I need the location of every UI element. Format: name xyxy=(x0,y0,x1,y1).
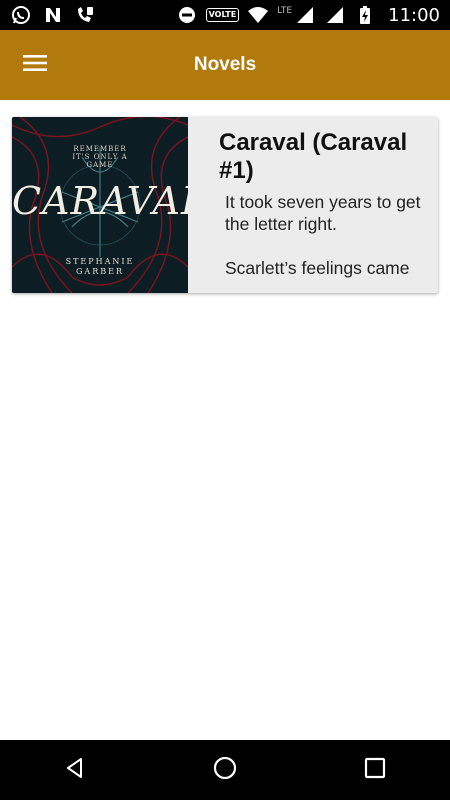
whatsapp-icon xyxy=(10,4,32,26)
cover-tagline: REMEMBER IT'S ONLY A GAME xyxy=(72,145,128,169)
book-cover-image: REMEMBER IT'S ONLY A GAME CARAVAL STEPHA… xyxy=(12,117,188,293)
back-button[interactable] xyxy=(45,745,105,795)
navigation-bar xyxy=(0,740,450,800)
app-bar: Novels xyxy=(0,30,450,100)
novel-list: REMEMBER IT'S ONLY A GAME CARAVAL STEPHA… xyxy=(0,100,450,740)
status-bar-right: VOLTE LTE 11:00 xyxy=(176,4,440,26)
novel-excerpt: It took seven years to get the letter ri… xyxy=(225,192,421,278)
back-icon xyxy=(63,756,87,785)
home-icon xyxy=(212,755,238,786)
wifi-icon xyxy=(247,4,269,26)
cover-title: CARAVAL xyxy=(12,179,188,223)
battery-charging-icon xyxy=(354,4,376,26)
recents-button[interactable] xyxy=(345,745,405,795)
novel-title: Caraval (Caraval #1) xyxy=(219,129,408,184)
cover-author: STEPHANIE GARBER xyxy=(65,257,135,276)
phone-sync-icon xyxy=(74,4,96,26)
lte-label: LTE xyxy=(277,6,293,16)
home-button[interactable] xyxy=(195,745,255,795)
signal-icon xyxy=(294,4,316,26)
signal-icon-2 xyxy=(324,4,346,26)
status-bar: VOLTE LTE 11:00 xyxy=(0,0,450,30)
status-bar-left xyxy=(10,4,96,26)
recents-icon xyxy=(364,757,386,784)
novel-info: Caraval (Caraval #1) It took seven years… xyxy=(188,117,438,293)
page-title: Novels xyxy=(193,54,257,75)
n-notification-icon xyxy=(42,4,64,26)
novel-card[interactable]: REMEMBER IT'S ONLY A GAME CARAVAL STEPHA… xyxy=(12,117,438,293)
screen: VOLTE LTE 11:00 Novels REMEMBER IT'S ONL… xyxy=(0,0,450,800)
volte-badge: VOLTE xyxy=(205,8,240,22)
do-not-disturb-icon xyxy=(176,4,198,26)
clock: 11:00 xyxy=(388,4,440,26)
